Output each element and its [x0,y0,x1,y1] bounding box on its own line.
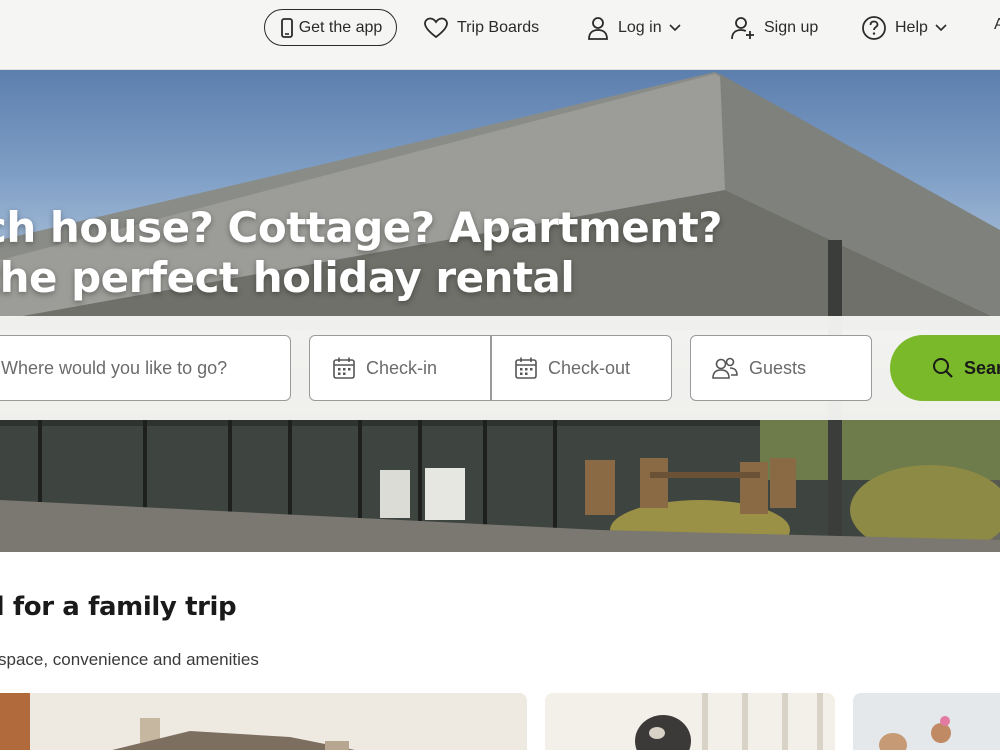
guests-field[interactable]: Guests [690,335,872,401]
get-the-app-label: Get the app [298,18,383,36]
cut-off-nav-item[interactable]: A [994,16,1000,34]
search-button[interactable]: Sear [890,335,1000,401]
family-trip-subtitle: space, convenience and amenities [0,650,259,669]
sign-up-label: Sign up [764,18,819,36]
help-menu[interactable]: Help [861,9,948,46]
trip-boards-link[interactable]: Trip Boards [423,9,539,46]
hero-title-line-1: ch house? Cottage? Apartment? [0,203,723,252]
user-icon [588,16,608,40]
hero-house-image [0,72,1000,552]
calendar-icon [333,357,355,379]
chevron-down-icon [669,23,681,31]
destination-input[interactable]: Where would you like to go? [0,335,291,401]
guests-placeholder: Guests [749,357,807,378]
hero-banner: ch house? Cottage? Apartment? the perfec… [0,70,1000,552]
property-photo [0,693,527,750]
check-out-placeholder: Check-out [548,357,631,378]
family-property-card[interactable] [0,693,527,750]
family-property-card[interactable] [853,693,1000,750]
destination-placeholder: Where would you like to go? [1,357,228,378]
log-in-label: Log in [618,18,662,36]
search-bar: Where would you like to go? Check-in Che… [0,316,1000,420]
family-trip-heading: d for a family trip [0,592,237,622]
check-in-placeholder: Check-in [366,357,438,378]
user-plus-icon [731,16,754,39]
property-photo [853,693,1000,750]
phone-icon [280,17,293,38]
check-out-field[interactable]: Check-out [491,335,672,401]
chevron-down-icon [935,23,947,31]
search-button-label: Sear [964,357,1000,378]
top-navigation: Get the app Trip Boards Log in Sign up H… [0,0,1000,70]
trip-boards-label: Trip Boards [457,18,540,36]
check-in-field[interactable]: Check-in [309,335,491,401]
search-icon [933,358,953,378]
get-the-app-button[interactable]: Get the app [264,9,397,46]
property-photo [545,693,835,750]
help-label: Help [895,18,928,36]
hero-title-line-2: the perfect holiday rental [0,253,575,302]
family-property-card[interactable] [545,693,835,750]
calendar-icon [515,357,537,379]
sign-up-link[interactable]: Sign up [730,9,818,46]
heart-icon [424,17,448,38]
guests-icon [712,357,738,379]
help-icon [862,15,886,40]
log-in-menu[interactable]: Log in [586,9,682,46]
